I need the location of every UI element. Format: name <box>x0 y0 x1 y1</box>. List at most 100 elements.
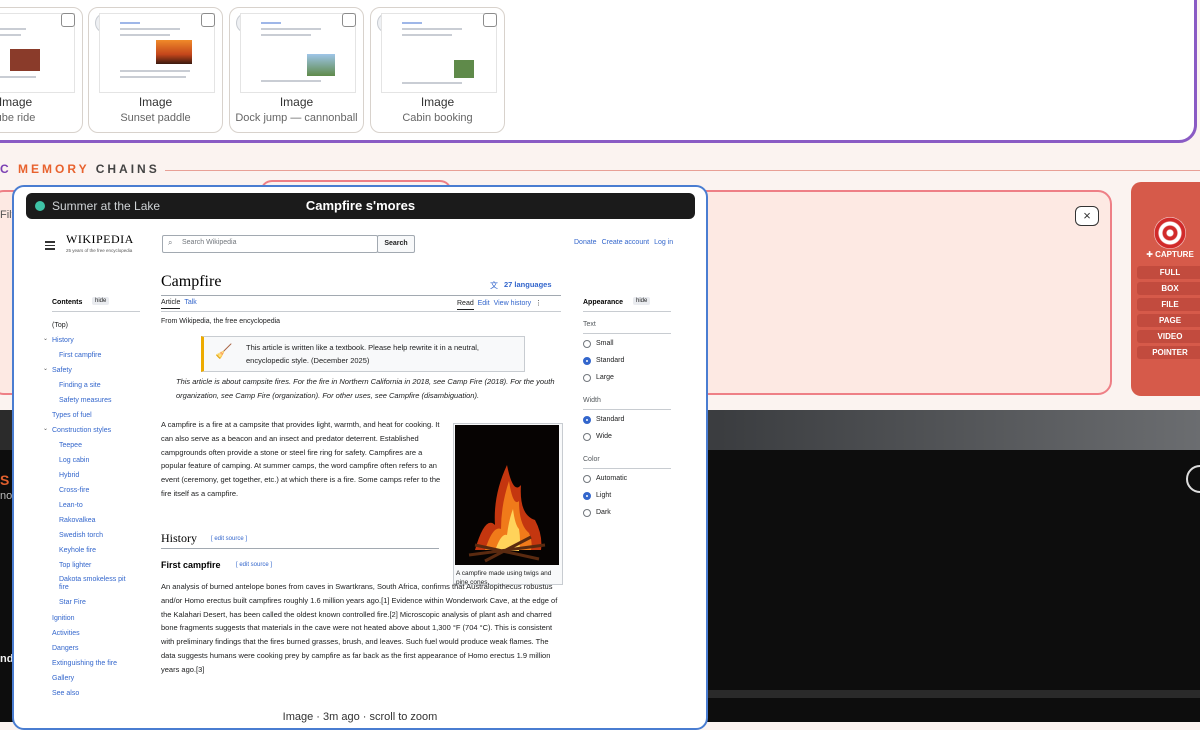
appearance-heading: Appearance <box>583 299 624 306</box>
chevron-down-icon: ⌄ <box>43 366 49 372</box>
toc-item: Top lighter <box>59 562 92 569</box>
background-text: no <box>0 490 13 502</box>
popup-title-bar: Summer at the Lake Campfire s'mores <box>26 193 695 219</box>
radio-label: Automatic <box>596 475 628 482</box>
capture-logo-icon <box>1154 217 1186 249</box>
toc-heading: Contents <box>52 299 83 306</box>
toc-item: Teepee <box>59 442 82 449</box>
toc-hide-button: hide <box>92 297 110 305</box>
radio-standard-width <box>583 416 591 424</box>
campfire-photo <box>455 425 559 565</box>
radio-wide <box>583 433 591 441</box>
capture-page-button[interactable]: PAGE <box>1137 314 1200 327</box>
color-label: Color <box>583 456 600 463</box>
toc-item: Construction styles <box>52 427 112 434</box>
toc-item: Safety measures <box>59 397 112 404</box>
capture-full-button[interactable]: FULL <box>1137 266 1200 279</box>
appearance-divider <box>583 409 671 410</box>
radio-large <box>583 374 591 382</box>
close-icon[interactable]: × <box>1075 206 1099 226</box>
memory-card[interactable]: Image ube ride <box>0 7 83 133</box>
wikipedia-logo: WIKIPEDIA <box>66 232 134 246</box>
capture-file-button[interactable]: FILE <box>1137 298 1200 311</box>
toc-item: Hybrid <box>59 472 80 479</box>
toc-item: Activities <box>52 630 80 637</box>
capture-pointer-button[interactable]: POINTER <box>1137 346 1200 359</box>
heading-divider <box>161 548 439 549</box>
capture-box-button[interactable]: BOX <box>1137 282 1200 295</box>
toc-item: Finding a site <box>59 382 101 389</box>
chevron-down-icon: ⌄ <box>43 426 49 432</box>
view-tabs: Read Edit View history ⋮ <box>457 299 542 310</box>
memory-title: Sunset paddle <box>120 112 191 124</box>
memory-title: Dock jump — cannonball <box>235 112 358 124</box>
radio-label: Wide <box>596 433 612 440</box>
radio-label: Dark <box>596 509 611 516</box>
memory-thumbnail <box>240 13 356 93</box>
popup-footer: Image · 3m ago · scroll to zoom <box>282 711 438 723</box>
toc-item: History <box>52 337 74 344</box>
toc-item: (Top) <box>52 322 68 329</box>
capture-panel: ✚ CAPTURE FULL BOX FILE PAGE VIDEO POINT… <box>1131 182 1200 396</box>
background-strip <box>700 690 1200 698</box>
memory-kind: Image <box>0 95 33 109</box>
toc-item: First campfire <box>59 352 102 359</box>
toc-item: Cross-fire <box>59 487 90 494</box>
capture-title: ✚ CAPTURE <box>1146 250 1194 259</box>
search-button: Search <box>377 235 415 253</box>
toc-item: Ignition <box>52 615 75 622</box>
captured-image[interactable]: WIKIPEDIA 25 years of the free encyclope… <box>14 223 706 708</box>
radio-standard-text <box>583 357 591 365</box>
toc-item: Keyhole fire <box>59 547 96 554</box>
radio-label: Light <box>596 492 612 499</box>
memory-card[interactable]: ✎ Image Cabin booking <box>370 7 505 133</box>
capture-video-button[interactable]: VIDEO <box>1137 330 1200 343</box>
memory-thumbnail <box>99 13 215 93</box>
toc-item: Gallery <box>52 675 75 682</box>
toc-item: Safety <box>52 367 72 374</box>
toc-item: Rakovalkea <box>59 517 96 524</box>
memory-card[interactable]: ✎ Image Dock jump — cannonball <box>229 7 364 133</box>
languages-link: 27 languages <box>504 280 552 289</box>
select-checkbox[interactable] <box>342 13 356 27</box>
radio-label: Standard <box>596 357 625 364</box>
appearance-divider <box>583 333 671 334</box>
history-paragraph: An analysis of burned antelope bones fro… <box>161 582 558 674</box>
first-campfire-heading: First campfire <box>161 560 221 570</box>
menu-icon <box>45 239 55 252</box>
width-label: Width <box>583 397 601 404</box>
toc-item: Star Fire <box>59 599 86 606</box>
radio-label: Large <box>596 374 614 381</box>
toc-item: Log cabin <box>59 457 90 464</box>
text-size-label: Text <box>583 321 596 328</box>
appearance-divider <box>583 468 671 469</box>
memory-card[interactable]: ✎ Image Sunset paddle <box>88 7 223 133</box>
toc-item: Swedish torch <box>59 532 103 539</box>
radio-label: Small <box>596 340 614 347</box>
toc-divider <box>52 311 140 312</box>
intro-paragraph: A campfire is a fire at a campsite that … <box>161 420 441 498</box>
broom-icon: 🧹 <box>215 343 233 359</box>
notice-text: This article is written like a textbook.… <box>246 343 480 365</box>
tabs-divider <box>161 311 561 312</box>
memory-kind: Image <box>279 95 314 109</box>
edit-source-link: [ edit source ] <box>236 562 273 568</box>
tagline: From Wikipedia, the free encyclopedia <box>161 318 281 325</box>
language-icon: 文 <box>490 281 498 290</box>
toc-item: Dakota smokeless pit fire <box>59 576 126 591</box>
page-title: Campfire <box>161 273 222 290</box>
toc-item: See also <box>52 690 80 697</box>
appearance-hide-button: hide <box>633 297 651 305</box>
memory-kind: Image <box>138 95 173 109</box>
memory-chains-heading: C MEMORY CHAINS <box>0 162 160 176</box>
memory-title: ube ride <box>0 112 36 124</box>
memory-title: Cabin booking <box>402 112 473 124</box>
select-checkbox[interactable] <box>201 13 215 27</box>
section-divider <box>165 170 1200 171</box>
background-heading: S <box>0 472 10 488</box>
search-placeholder: Search Wikipedia <box>182 239 237 246</box>
select-checkbox[interactable] <box>483 13 497 27</box>
toc-item: Dangers <box>52 645 79 652</box>
select-checkbox[interactable] <box>61 13 75 27</box>
radio-label: Standard <box>596 416 625 423</box>
